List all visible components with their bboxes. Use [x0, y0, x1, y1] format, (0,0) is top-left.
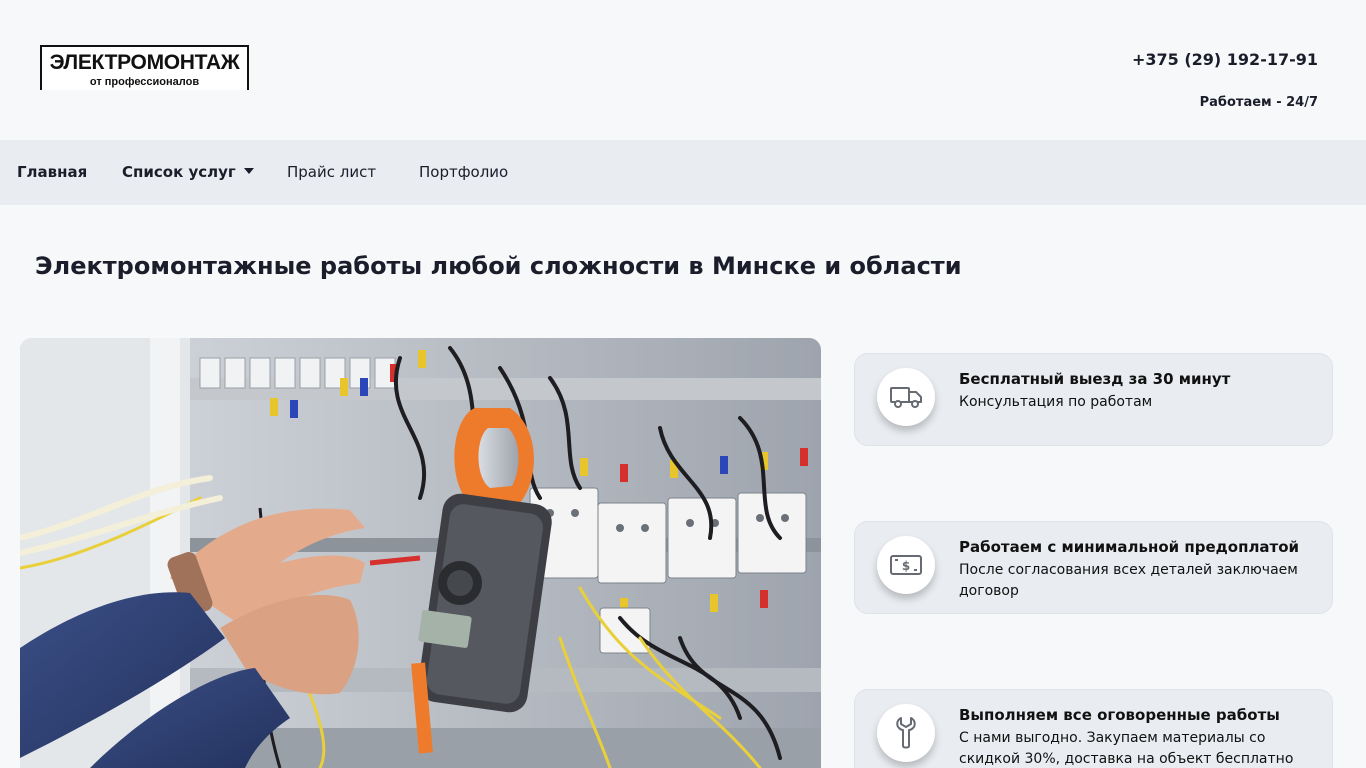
feature-title: Работаем с минимальной предоплатой [959, 538, 1300, 556]
money-bill-icon: $ [877, 536, 935, 594]
nav-item-label: Портфолио [419, 163, 509, 181]
feature-text: После согласования всех деталей заключае… [959, 562, 1298, 599]
feature-title: Выполняем все оговоренные работы [959, 706, 1280, 724]
logo-subtitle: от профессионалов [89, 76, 200, 88]
nav-item-label: Главная [17, 163, 88, 181]
nav-item-home[interactable]: Главная [17, 163, 87, 181]
page-title: Электромонтажные работы любой сложности … [35, 252, 962, 280]
wrench-icon [877, 704, 935, 762]
working-hours: Работаем - 24/7 [1199, 95, 1318, 110]
delivery-truck-icon [877, 368, 935, 426]
feature-text: С нами выгодно. Закупаем материалы со ск… [959, 730, 1294, 767]
feature-title: Бесплатный выезд за 30 минут [959, 370, 1231, 388]
svg-text:$: $ [902, 559, 910, 573]
phone-link[interactable]: +375 (29) 192-17-91 [1132, 50, 1318, 69]
feature-card: $ Работаем с минимальной предоплатой Пос… [854, 521, 1333, 614]
nav-item-portfolio[interactable]: Портфолио [419, 163, 508, 181]
electrician-photo [20, 338, 821, 768]
main-nav: Главная Список услуг Прайс лист Портфоли… [0, 140, 1366, 205]
logo[interactable]: ЭЛЕКТРОМОНТАЖ от профессионалов [40, 45, 249, 90]
nav-item-services[interactable]: Список услуг [122, 163, 254, 181]
feature-text: Консультация по работам [959, 394, 1153, 410]
site-header: ЭЛЕКТРОМОНТАЖ от профессионалов +375 (29… [0, 0, 1366, 140]
nav-item-label: Прайс лист [287, 163, 377, 181]
caret-down-icon [243, 167, 254, 174]
nav-item-price-list[interactable]: Прайс лист [287, 163, 376, 181]
feature-card: Бесплатный выезд за 30 минут Консультаци… [854, 353, 1333, 446]
logo-title: ЭЛЕКТРОМОНТАЖ [49, 51, 240, 74]
nav-item-label: Список услуг [122, 163, 236, 181]
feature-card: Выполняем все оговоренные работы С нами … [854, 689, 1333, 768]
